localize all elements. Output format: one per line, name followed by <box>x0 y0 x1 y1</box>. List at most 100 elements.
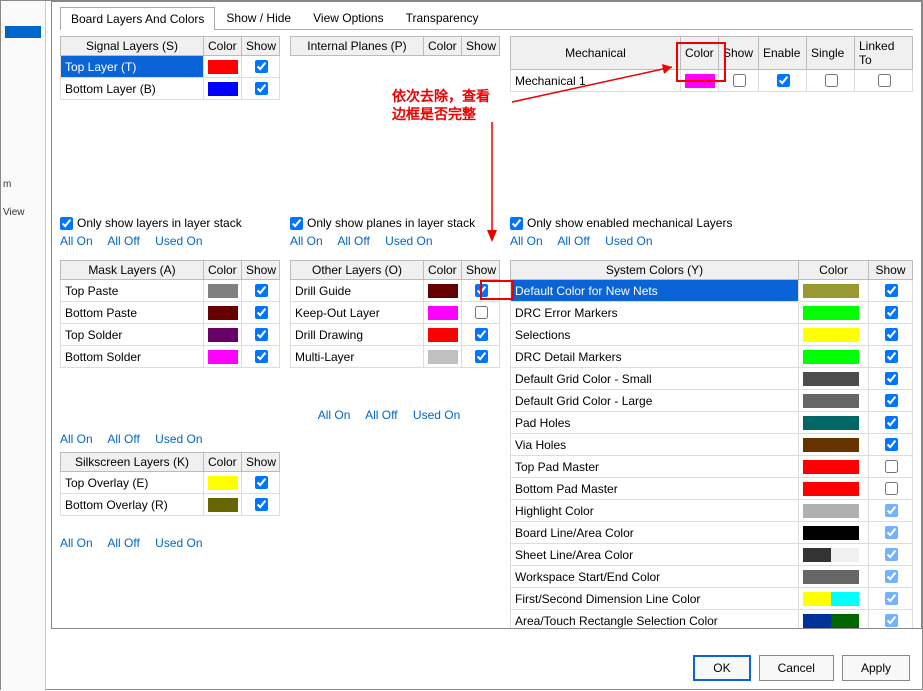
col-show[interactable]: Show <box>462 37 500 56</box>
system-color-name[interactable]: Bottom Pad Master <box>511 478 799 500</box>
system-color-name[interactable]: Highlight Color <box>511 500 799 522</box>
col-color[interactable]: Color <box>204 37 242 56</box>
show-checkbox[interactable] <box>885 416 898 429</box>
system-color-name[interactable]: Sheet Line/Area Color <box>511 544 799 566</box>
system-color-name[interactable]: Area/Touch Rectangle Selection Color <box>511 610 799 630</box>
show-checkbox[interactable] <box>885 438 898 451</box>
show-checkbox[interactable] <box>885 504 898 517</box>
mask-layers-header[interactable]: Mask Layers (A) <box>61 261 204 280</box>
linked-checkbox[interactable] <box>878 74 891 87</box>
show-checkbox[interactable] <box>885 482 898 495</box>
layer-name[interactable]: Keep-Out Layer <box>291 302 424 324</box>
system-color-name[interactable]: Top Pad Master <box>511 456 799 478</box>
only-show-planes-in-stack[interactable]: Only show planes in layer stack <box>290 216 500 230</box>
show-checkbox[interactable] <box>733 74 746 87</box>
col-color[interactable]: Color <box>204 453 242 472</box>
mechanical-header[interactable]: Mechanical <box>511 37 681 70</box>
show-checkbox[interactable] <box>885 570 898 583</box>
col-show[interactable]: Show <box>242 261 280 280</box>
col-color[interactable]: Color <box>799 261 869 280</box>
col-show[interactable]: Show <box>462 261 500 280</box>
col-show[interactable]: Show <box>869 261 913 280</box>
show-checkbox[interactable] <box>255 328 268 341</box>
silk-layers-header[interactable]: Silkscreen Layers (K) <box>61 453 204 472</box>
all-off-link[interactable]: All Off <box>557 234 589 248</box>
col-enable[interactable]: Enable <box>759 37 807 70</box>
show-checkbox[interactable] <box>255 350 268 363</box>
all-off-link[interactable]: All Off <box>337 234 369 248</box>
layer-name[interactable]: Drill Guide <box>291 280 424 302</box>
col-color[interactable]: Color <box>424 37 462 56</box>
col-show[interactable]: Show <box>719 37 759 70</box>
show-checkbox[interactable] <box>475 284 488 297</box>
system-color-name[interactable]: First/Second Dimension Line Color <box>511 588 799 610</box>
show-checkbox[interactable] <box>885 372 898 385</box>
only-show-layers-in-stack[interactable]: Only show layers in layer stack <box>60 216 280 230</box>
internal-planes-header[interactable]: Internal Planes (P) <box>291 37 424 56</box>
show-checkbox[interactable] <box>885 548 898 561</box>
system-color-name[interactable]: Selections <box>511 324 799 346</box>
used-on-link[interactable]: Used On <box>605 234 652 248</box>
system-color-name[interactable]: Default Grid Color - Large <box>511 390 799 412</box>
signal-layers-header[interactable]: Signal Layers (S) <box>61 37 204 56</box>
tab-transparency[interactable]: Transparency <box>395 6 490 29</box>
show-checkbox[interactable] <box>885 394 898 407</box>
col-show[interactable]: Show <box>242 37 280 56</box>
all-off-link[interactable]: All Off <box>365 408 397 422</box>
system-colors-header[interactable]: System Colors (Y) <box>511 261 799 280</box>
apply-button[interactable]: Apply <box>842 655 910 681</box>
system-color-name[interactable]: Pad Holes <box>511 412 799 434</box>
layer-name[interactable]: Bottom Solder <box>61 346 204 368</box>
all-on-link[interactable]: All On <box>60 234 93 248</box>
show-checkbox[interactable] <box>885 306 898 319</box>
col-color[interactable]: Color <box>681 37 719 70</box>
show-checkbox[interactable] <box>885 614 898 627</box>
system-color-name[interactable]: Board Line/Area Color <box>511 522 799 544</box>
single-checkbox[interactable] <box>825 74 838 87</box>
enable-checkbox[interactable] <box>777 74 790 87</box>
only-show-enabled-mechanical[interactable]: Only show enabled mechanical Layers <box>510 216 913 230</box>
used-on-link[interactable]: Used On <box>155 432 202 446</box>
system-color-name[interactable]: Default Grid Color - Small <box>511 368 799 390</box>
ok-button[interactable]: OK <box>693 655 750 681</box>
all-on-link[interactable]: All On <box>60 432 93 446</box>
all-on-link[interactable]: All On <box>510 234 543 248</box>
show-checkbox[interactable] <box>885 284 898 297</box>
show-checkbox[interactable] <box>255 498 268 511</box>
show-checkbox[interactable] <box>475 328 488 341</box>
tab-show-hide[interactable]: Show / Hide <box>215 6 302 29</box>
layer-name[interactable]: Top Overlay (E) <box>61 472 204 494</box>
used-on-link[interactable]: Used On <box>155 234 202 248</box>
other-layers-header[interactable]: Other Layers (O) <box>291 261 424 280</box>
show-checkbox[interactable] <box>885 460 898 473</box>
system-color-name[interactable]: DRC Detail Markers <box>511 346 799 368</box>
all-on-link[interactable]: All On <box>318 408 351 422</box>
show-checkbox[interactable] <box>255 306 268 319</box>
show-checkbox[interactable] <box>255 284 268 297</box>
layer-name[interactable]: Top Paste <box>61 280 204 302</box>
layer-name[interactable]: Bottom Paste <box>61 302 204 324</box>
show-checkbox[interactable] <box>255 82 268 95</box>
show-checkbox[interactable] <box>255 60 268 73</box>
system-color-name[interactable]: Workspace Start/End Color <box>511 566 799 588</box>
all-off-link[interactable]: All Off <box>107 234 139 248</box>
cancel-button[interactable]: Cancel <box>759 655 834 681</box>
layer-name[interactable]: Multi-Layer <box>291 346 424 368</box>
col-linked[interactable]: Linked To <box>855 37 913 70</box>
col-single[interactable]: Single <box>807 37 855 70</box>
col-color[interactable]: Color <box>204 261 242 280</box>
tab-board-layers[interactable]: Board Layers And Colors <box>60 7 215 30</box>
show-checkbox[interactable] <box>475 350 488 363</box>
system-color-name[interactable]: Via Holes <box>511 434 799 456</box>
used-on-link[interactable]: Used On <box>385 234 432 248</box>
layer-name[interactable]: Bottom Overlay (R) <box>61 494 204 516</box>
all-off-link[interactable]: All Off <box>107 432 139 446</box>
layer-name[interactable]: Top Solder <box>61 324 204 346</box>
show-checkbox[interactable] <box>885 526 898 539</box>
show-checkbox[interactable] <box>885 592 898 605</box>
used-on-link[interactable]: Used On <box>413 408 460 422</box>
layer-name[interactable]: Drill Drawing <box>291 324 424 346</box>
system-color-name[interactable]: DRC Error Markers <box>511 302 799 324</box>
tab-view-options[interactable]: View Options <box>302 6 394 29</box>
col-color[interactable]: Color <box>424 261 462 280</box>
